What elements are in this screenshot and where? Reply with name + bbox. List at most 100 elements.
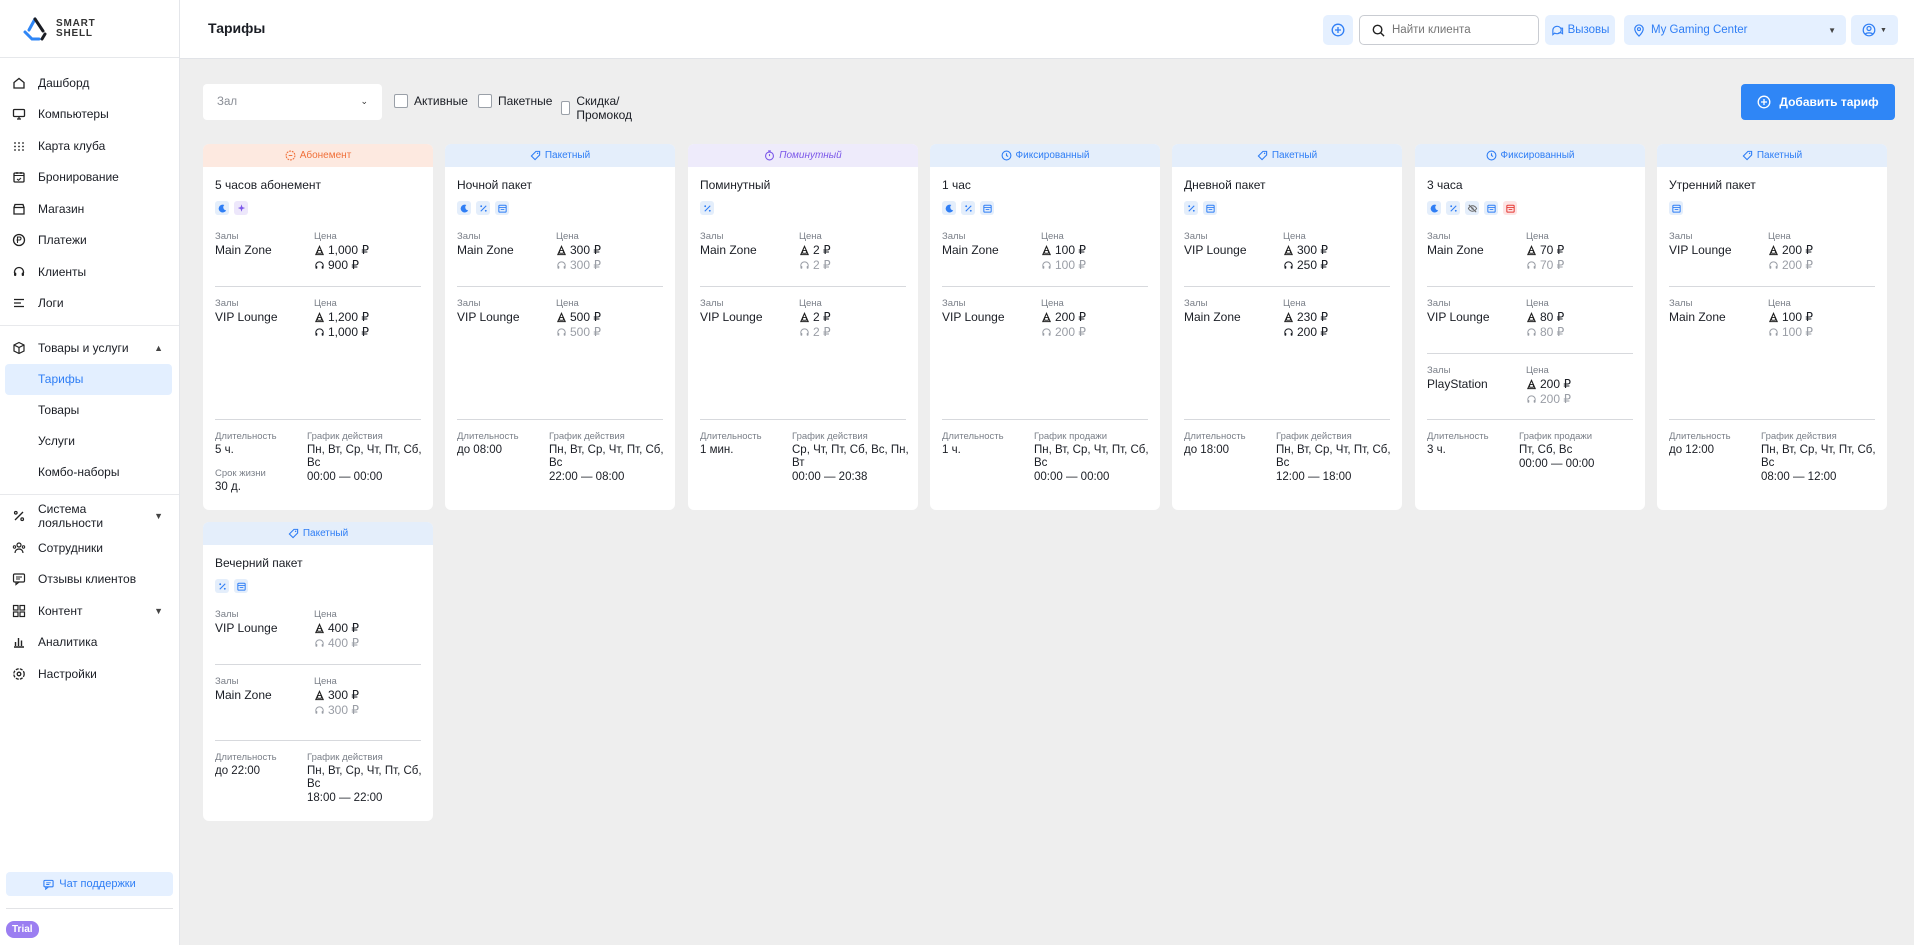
pc-station-icon — [314, 244, 325, 255]
price-label: Цена — [314, 609, 337, 620]
headset-icon — [315, 638, 324, 647]
settings-icon — [12, 667, 26, 681]
sidebar-bottom-item-3[interactable]: Контент ▼ — [0, 595, 179, 627]
tariff-card[interactable]: Пакетный Дневной пакет Залы Цена VIP Lounge 3… — [1172, 144, 1402, 510]
member-price-value: 300 ₽ — [328, 703, 359, 717]
duration-value: 3 ч. — [1427, 444, 1446, 456]
tariff-card[interactable]: Абонемент 5 часов абонемент Залы Цена Main Z… — [203, 144, 433, 510]
schedule-label: График продажи — [1034, 431, 1108, 442]
sidebar-bottom-item-5[interactable]: Настройки — [0, 658, 179, 690]
hall-select[interactable]: Зал ⌄ — [203, 84, 382, 120]
tariff-card[interactable]: Фиксированный 3 часа Залы Цена Main Zone 70 ₽… — [1415, 144, 1645, 510]
sidebar-subitem-1[interactable]: Товары — [0, 395, 179, 426]
calendar-icon — [495, 201, 509, 215]
headset-icon — [315, 705, 324, 714]
schedule-label: График действия — [307, 431, 383, 442]
sidebar-item-5[interactable]: Платежи — [0, 225, 179, 257]
filter-active-checkbox[interactable]: Активные — [394, 94, 468, 108]
subscription-icon — [285, 150, 296, 161]
sidebar-item-2[interactable]: Карта клуба — [0, 130, 179, 162]
client-search-input[interactable] — [1392, 24, 1522, 36]
halls-label: Залы — [215, 231, 239, 242]
calls-label: Вызовы — [1567, 24, 1610, 36]
checkbox-box[interactable] — [394, 94, 408, 108]
sidebar-subitem-3[interactable]: Комбо-наборы — [0, 457, 179, 488]
sidebar-subitem-2[interactable]: Услуги — [0, 426, 179, 457]
sidebar-item-3[interactable]: Бронирование — [0, 162, 179, 194]
headset-icon — [800, 260, 809, 269]
base-price: 2 ₽ — [799, 243, 831, 257]
sidebar-item-6[interactable]: Клиенты — [0, 256, 179, 288]
client-search[interactable] — [1359, 15, 1539, 45]
sidebar-item-0[interactable]: Дашборд — [0, 67, 179, 99]
sidebar-bottom-item-1[interactable]: Сотрудники — [0, 532, 179, 564]
sidebar-bottom-item-4[interactable]: Аналитика — [0, 627, 179, 659]
halls-label: Залы — [700, 231, 724, 242]
price-label: Цена — [1768, 231, 1791, 242]
tariff-type-label: Пакетный — [1271, 150, 1318, 161]
logo-line2: SHELL — [56, 27, 93, 39]
moon-icon — [457, 201, 471, 215]
tariff-type-badge: Пакетный — [1172, 144, 1402, 167]
tariff-type-label: Поминутный — [779, 150, 842, 161]
moon-icon — [215, 201, 229, 215]
base-price: 200 ₽ — [1768, 243, 1813, 257]
sidebar: SMART SHELL Дашборд Компьютеры Карта клуба Б… — [0, 0, 180, 945]
sidebar-item-label: Платежи — [38, 233, 87, 248]
zone-name: Main Zone — [942, 243, 999, 257]
add-tariff-label: Добавить тариф — [1779, 95, 1879, 109]
checkbox-box[interactable] — [561, 101, 571, 115]
support-chat-label: Чат поддержки — [59, 878, 136, 890]
member-price-value: 400 ₽ — [328, 636, 359, 650]
sidebar-bottom-item-2[interactable]: Отзывы клиентов — [0, 564, 179, 596]
sidebar-item-7[interactable]: Логи — [0, 288, 179, 320]
tariff-name: Ночной пакет — [457, 178, 532, 192]
filter-packages-checkbox[interactable]: Пакетные — [478, 94, 552, 108]
member-price-value: 100 ₽ — [1055, 258, 1086, 272]
halls-label: Залы — [1427, 365, 1451, 376]
base-price-value: 100 ₽ — [1782, 310, 1813, 324]
user-menu-button[interactable]: ▼ — [1851, 15, 1898, 45]
sidebar-item-label: Сотрудники — [38, 540, 103, 555]
filter-discount-checkbox[interactable]: Скидка/Промокод — [561, 94, 637, 122]
sidebar-item-4[interactable]: Магазин — [0, 193, 179, 225]
club-selector[interactable]: My Gaming Center ▼ — [1624, 15, 1846, 45]
chevron-down-icon: ▼ — [154, 605, 163, 616]
sidebar-item-goods-services[interactable]: Товары и услуги ▲ — [0, 332, 179, 364]
list-icon — [12, 296, 26, 310]
tariff-type-label: Фиксированный — [1015, 150, 1090, 161]
schedule-days: Пн, Вт, Ср, Чт, Пт, Сб, Вс — [1276, 444, 1391, 469]
tariff-card[interactable]: Пакетный Утренний пакет Залы Цена VIP Lounge… — [1657, 144, 1887, 510]
price-label: Цена — [556, 298, 579, 309]
filter-packages-label: Пакетные — [498, 94, 553, 108]
sidebar-subitem-0[interactable]: Тарифы — [5, 363, 172, 395]
calls-button[interactable]: Вызовы — [1545, 15, 1615, 45]
tariff-card[interactable]: Поминутный Поминутный Залы Цена Main Zone 2 ₽… — [688, 144, 918, 510]
zone-name: VIP Lounge — [942, 310, 1005, 324]
price-label: Цена — [314, 298, 337, 309]
pc-station-icon — [1768, 244, 1779, 255]
sidebar-item-1[interactable]: Компьютеры — [0, 99, 179, 131]
tariff-card[interactable]: Фиксированный 1 час Залы Цена Main Zone 100 ₽… — [930, 144, 1160, 510]
sidebar-bottom-item-0[interactable]: Система лояльности ▼ — [0, 501, 179, 533]
tariff-type-label: Абонемент — [299, 150, 352, 161]
zone-name: Main Zone — [215, 243, 272, 257]
quick-add-button[interactable] — [1323, 15, 1353, 45]
halls-label: Залы — [700, 298, 724, 309]
percent-icon — [476, 201, 490, 215]
headset-icon — [1527, 394, 1536, 403]
checkbox-box[interactable] — [478, 94, 492, 108]
member-price: 300 ₽ — [556, 258, 601, 272]
member-price: 100 ₽ — [1768, 325, 1813, 339]
chevron-up-icon: ▲ — [154, 342, 163, 353]
tariff-feature-icons — [457, 201, 509, 215]
support-chat-button[interactable]: Чат поддержки — [6, 872, 173, 896]
add-tariff-button[interactable]: Добавить тариф — [1741, 84, 1895, 120]
sidebar-item-label: Система лояльности — [38, 502, 104, 531]
tariff-card[interactable]: Пакетный Вечерний пакет Залы Цена VIP Lounge… — [203, 522, 433, 821]
tariff-card[interactable]: Пакетный Ночной пакет Залы Цена Main Zone 300… — [445, 144, 675, 510]
schedule-label: График действия — [549, 431, 625, 442]
logo[interactable]: SMART SHELL — [0, 0, 179, 58]
base-price: 200 ₽ — [1041, 310, 1086, 324]
halls-label: Залы — [942, 298, 966, 309]
